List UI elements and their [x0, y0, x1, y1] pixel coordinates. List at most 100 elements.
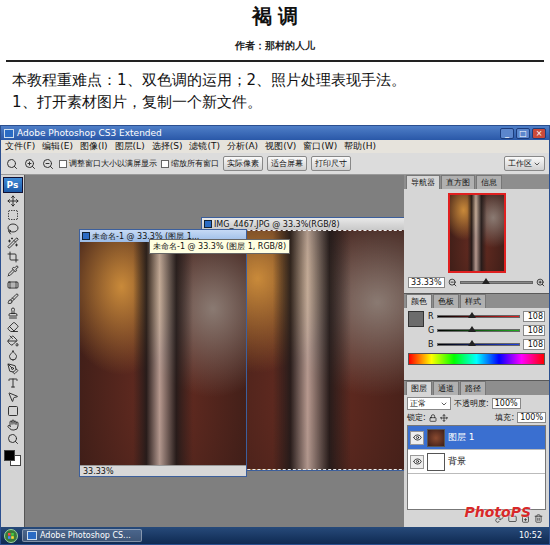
- tool-button[interactable]: [7, 195, 19, 207]
- tool-button[interactable]: [7, 307, 19, 319]
- option-button[interactable]: 打印尺寸: [311, 156, 351, 171]
- panel-tab[interactable]: 信息: [476, 175, 502, 189]
- tool-button[interactable]: [7, 321, 19, 333]
- panel-tabs: 颜色色板样式: [404, 294, 549, 308]
- lock-position-icon[interactable]: [440, 414, 448, 422]
- color-swatches[interactable]: [4, 450, 22, 466]
- menu-item[interactable]: 滤镜(T): [189, 140, 220, 153]
- tool-button[interactable]: [7, 265, 19, 277]
- zoom-out-button[interactable]: [41, 157, 55, 171]
- panel-tab[interactable]: 导航器: [406, 175, 440, 189]
- panel-tab[interactable]: 路径: [460, 381, 486, 395]
- tool-button[interactable]: [7, 433, 19, 445]
- window-control[interactable]: _: [500, 128, 514, 139]
- zoom-out-icon[interactable]: [448, 278, 457, 287]
- tool-button[interactable]: [7, 405, 19, 417]
- checkbox-box: [161, 160, 169, 168]
- tool-button[interactable]: [7, 251, 19, 263]
- panel-tab[interactable]: 通道: [433, 381, 459, 395]
- menu-item[interactable]: 文件(F): [5, 140, 35, 153]
- start-icon[interactable]: [4, 529, 18, 543]
- taskbar-button[interactable]: Adobe Photoshop CS...: [22, 529, 142, 542]
- channel-slider[interactable]: [437, 329, 520, 332]
- menu-item[interactable]: 视图(V): [265, 140, 296, 153]
- menu-item[interactable]: 分析(A): [227, 140, 258, 153]
- opacity-field[interactable]: 100%: [492, 398, 521, 409]
- tool-button[interactable]: [7, 209, 19, 221]
- photo: [450, 195, 504, 271]
- blend-mode-select[interactable]: 正常: [407, 397, 451, 410]
- tool-button[interactable]: [7, 391, 19, 403]
- panel-tab[interactable]: 直方图: [441, 175, 475, 189]
- stamp-icon: [7, 307, 19, 319]
- zoom-in-icon: [24, 158, 36, 170]
- panel-tab[interactable]: 颜色: [406, 294, 432, 308]
- menu-item[interactable]: 图像(I): [80, 140, 108, 153]
- panel-tab[interactable]: 色板: [433, 294, 459, 308]
- slider-knob[interactable]: [468, 326, 476, 332]
- navigator-panel: 导航器直方图信息 33.33%: [404, 175, 549, 293]
- tool-button[interactable]: [7, 223, 19, 235]
- clock: 10:52: [515, 531, 546, 540]
- lock-icon[interactable]: [429, 414, 437, 422]
- document-window[interactable]: 未命名-1 @ 33.3% (图层 1...33.33%: [79, 229, 247, 477]
- zoom-slider[interactable]: [460, 281, 533, 284]
- channel-value[interactable]: 108: [523, 311, 545, 322]
- foreground-swatch[interactable]: [4, 450, 15, 461]
- folder-icon[interactable]: [508, 514, 517, 523]
- option-checkbox[interactable]: 缩放所有窗口: [161, 158, 219, 169]
- zoom-in-button[interactable]: [23, 157, 37, 171]
- zoom-in-icon[interactable]: [536, 278, 545, 287]
- slider-knob[interactable]: [482, 278, 490, 284]
- panel-tab[interactable]: 样式: [460, 294, 486, 308]
- menu-item[interactable]: 选择(S): [152, 140, 183, 153]
- checkbox-box: [59, 160, 67, 168]
- panel-tab[interactable]: 图层: [406, 381, 432, 395]
- menu-item[interactable]: 图层(L): [115, 140, 145, 153]
- layers-footer: [407, 512, 546, 525]
- menu-item[interactable]: 编辑(E): [42, 140, 73, 153]
- option-button[interactable]: 实际像素: [223, 156, 263, 171]
- channel-value[interactable]: 108: [523, 339, 545, 350]
- visibility-toggle[interactable]: [410, 431, 424, 445]
- option-checkbox[interactable]: 调整窗口大小以满屏显示: [59, 158, 157, 169]
- zoom-icon: [6, 158, 18, 170]
- layer-row[interactable]: 图层 1: [408, 426, 545, 450]
- slider-knob[interactable]: [468, 340, 476, 346]
- option-button[interactable]: 适合屏幕: [267, 156, 307, 171]
- zoom-tool[interactable]: [5, 157, 19, 171]
- visibility-toggle[interactable]: [410, 455, 424, 469]
- zoom-field[interactable]: 33.33%: [408, 277, 445, 288]
- navigator-thumbnail[interactable]: [448, 193, 506, 273]
- tool-button[interactable]: [7, 377, 19, 389]
- tool-button[interactable]: [7, 237, 19, 249]
- window-control[interactable]: □: [516, 128, 530, 139]
- channel-value[interactable]: 108: [523, 325, 545, 336]
- document-icon: [82, 232, 90, 240]
- lasso-icon: [7, 223, 19, 235]
- current-color[interactable]: [408, 311, 424, 327]
- workspace-button[interactable]: 工作区: [504, 156, 545, 171]
- tool-button[interactable]: [7, 335, 19, 347]
- channel-slider[interactable]: [437, 343, 521, 346]
- tool-button[interactable]: [7, 419, 19, 431]
- tool-button[interactable]: [7, 293, 19, 305]
- divider: [6, 60, 544, 62]
- tool-button[interactable]: [7, 279, 19, 291]
- options-bar: 调整窗口大小以满屏显示缩放所有窗口实际像素适合屏幕打印尺寸 工作区: [1, 153, 549, 175]
- trash-icon[interactable]: [534, 514, 543, 523]
- channel-slider[interactable]: [437, 315, 520, 318]
- menu-item[interactable]: 帮助(H): [344, 140, 376, 153]
- menu-item[interactable]: 窗口(W): [303, 140, 337, 153]
- color-spectrum[interactable]: [408, 353, 545, 365]
- tool-button[interactable]: [7, 363, 19, 375]
- tooltip: 未命名-1 @ 33.3% (图层 1, RGB/8): [149, 239, 290, 254]
- window-control[interactable]: ×: [532, 128, 546, 139]
- zoom-icon: [7, 433, 19, 445]
- slider-knob[interactable]: [468, 312, 476, 318]
- fill-field[interactable]: 100%: [517, 412, 546, 423]
- link-icon[interactable]: [495, 514, 504, 523]
- tool-button[interactable]: [7, 349, 19, 361]
- new-layer-icon[interactable]: [521, 514, 530, 523]
- layer-row[interactable]: 背景: [408, 450, 545, 474]
